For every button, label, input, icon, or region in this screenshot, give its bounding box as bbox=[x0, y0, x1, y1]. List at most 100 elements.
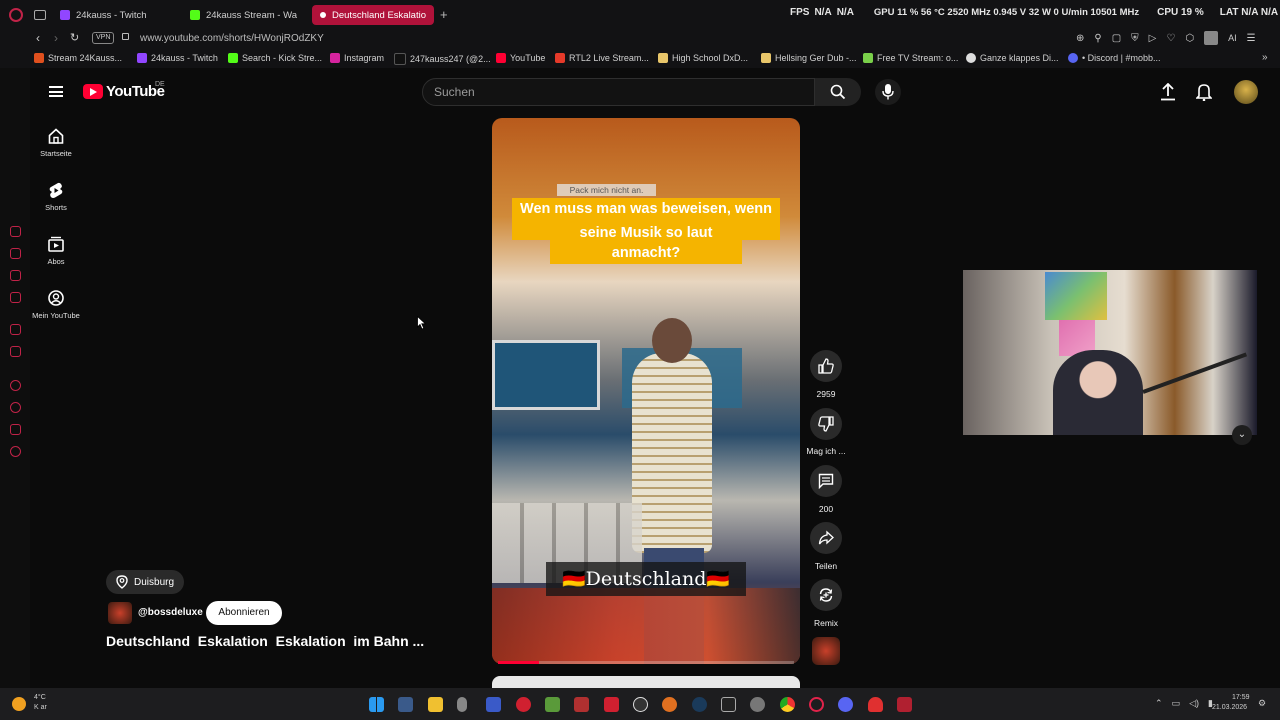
bookmark-item[interactable]: 24kauss - Twitch bbox=[137, 53, 218, 63]
bookmarks-more-icon[interactable]: » bbox=[1262, 52, 1268, 63]
sidebar-app-icon[interactable] bbox=[10, 346, 21, 357]
tab-twitch[interactable]: 24kauss - Twitch bbox=[52, 5, 182, 25]
search-button[interactable] bbox=[815, 78, 861, 106]
app-epic-icon[interactable] bbox=[721, 697, 736, 712]
sidebar-app-icon[interactable] bbox=[10, 248, 21, 259]
nav-item-subscriptions[interactable]: Abos bbox=[26, 233, 86, 273]
app-obs-icon[interactable] bbox=[633, 697, 648, 712]
channel-name[interactable]: @bossdeluxe bbox=[138, 607, 203, 618]
url-field[interactable]: www.youtube.com/shorts/HWonjROdZKY bbox=[140, 33, 324, 44]
app-minecraft-icon[interactable] bbox=[545, 697, 560, 712]
upload-icon[interactable] bbox=[1160, 83, 1176, 101]
app-v-icon[interactable] bbox=[486, 697, 501, 712]
search-input[interactable] bbox=[422, 78, 815, 106]
back-icon[interactable]: ‹ bbox=[36, 31, 40, 45]
nav-item-my-youtube[interactable]: Mein YouTube bbox=[26, 287, 86, 327]
location-chip[interactable]: Duisburg bbox=[106, 570, 185, 594]
bookmark-item[interactable]: Instagram bbox=[330, 53, 384, 63]
sidebar-app-icon[interactable] bbox=[10, 424, 21, 435]
discord-icon[interactable] bbox=[838, 697, 853, 712]
sidebar-app-icon[interactable] bbox=[10, 270, 21, 281]
video-caption-line-2: seine Musik so laut anmacht? bbox=[550, 222, 742, 264]
windows-start-icon[interactable] bbox=[369, 697, 384, 712]
bookmark-item[interactable]: Hellsing Ger Dub -... bbox=[761, 53, 857, 63]
heart-icon[interactable]: ♡ bbox=[1166, 33, 1175, 44]
sidebar-app-icon[interactable] bbox=[10, 226, 21, 237]
bookmark-item[interactable]: Free TV Stream: o... bbox=[863, 53, 958, 63]
app-red-logo-icon[interactable] bbox=[897, 697, 912, 712]
bookmark-item[interactable]: High School DxD... bbox=[658, 53, 748, 63]
scroll-down-button[interactable]: ⌄ bbox=[1232, 425, 1252, 445]
calculator-icon[interactable] bbox=[398, 697, 413, 712]
sound-thumbnail[interactable] bbox=[812, 637, 840, 665]
tab-overview-icon[interactable] bbox=[34, 10, 46, 20]
bookmark-item[interactable]: YouTube bbox=[496, 53, 545, 63]
bookmark-item[interactable]: 247kauss247 (@2... bbox=[394, 53, 491, 65]
reload-icon[interactable]: ↻ bbox=[70, 31, 79, 44]
comments-button[interactable] bbox=[810, 465, 842, 497]
bookmark-item[interactable]: Stream 24Kauss... bbox=[34, 53, 122, 63]
sidebar-app-icon[interactable] bbox=[10, 380, 21, 391]
player-icon[interactable]: ▷ bbox=[1149, 33, 1157, 44]
network-icon[interactable]: ▭ bbox=[1172, 698, 1181, 709]
sidebar-app-icon[interactable] bbox=[10, 402, 21, 413]
notifications-icon[interactable] bbox=[1196, 83, 1212, 101]
aria-ai-icon[interactable]: AI bbox=[1228, 33, 1237, 43]
file-explorer-icon[interactable] bbox=[428, 697, 443, 712]
subscribe-button[interactable]: Abonnieren bbox=[206, 601, 282, 625]
app-star-icon[interactable] bbox=[750, 697, 765, 712]
app-logo-icon[interactable] bbox=[574, 697, 589, 712]
app-orange-icon[interactable] bbox=[662, 697, 677, 712]
video-title[interactable]: Deutschland Eskalation Eskalation im Bah… bbox=[106, 633, 424, 649]
opera-menu-icon[interactable] bbox=[9, 8, 23, 22]
shield-icon[interactable]: ⛨ bbox=[1131, 33, 1139, 44]
sidebar-app-icon[interactable] bbox=[10, 292, 21, 303]
app-red-icon[interactable] bbox=[516, 697, 531, 712]
extensions-icon[interactable]: ⬡ bbox=[1185, 33, 1194, 44]
account-avatar[interactable] bbox=[1234, 80, 1258, 104]
channel-avatar[interactable] bbox=[108, 602, 132, 624]
notification-center-icon[interactable]: ⚙ bbox=[1258, 698, 1266, 709]
bookmark-item[interactable]: Search - Kick Stre... bbox=[228, 53, 322, 63]
menu-icon[interactable]: ☰ bbox=[1247, 33, 1256, 44]
chrome-icon[interactable] bbox=[780, 697, 795, 712]
bookmark-item[interactable]: RTL2 Live Stream... bbox=[555, 53, 649, 63]
snapshot-icon[interactable]: ▢ bbox=[1112, 33, 1121, 44]
settings-icon[interactable] bbox=[10, 446, 21, 457]
tab-kick-stream[interactable]: 24kauss Stream - Wa bbox=[182, 5, 310, 25]
dislike-button[interactable] bbox=[810, 408, 842, 440]
share-button[interactable] bbox=[810, 522, 842, 554]
video-progress-track[interactable] bbox=[498, 661, 794, 664]
nav-item-home[interactable]: Startseite bbox=[26, 125, 86, 165]
zoom-icon[interactable]: ⊕ bbox=[1076, 33, 1084, 44]
folder-icon bbox=[658, 53, 668, 63]
weather-icon[interactable] bbox=[12, 697, 26, 711]
tab-youtube-active[interactable]: Deutschland Eskalatio bbox=[312, 5, 434, 25]
next-video-preview[interactable] bbox=[492, 676, 800, 688]
like-button[interactable] bbox=[810, 350, 842, 382]
youtube-logo-icon[interactable] bbox=[83, 84, 103, 99]
tray-overflow-icon[interactable]: ⌃ bbox=[1155, 698, 1163, 709]
vpn-badge[interactable]: VPN bbox=[92, 32, 115, 44]
volume-icon[interactable]: ◁) bbox=[1189, 698, 1199, 709]
app-red-square-icon[interactable] bbox=[604, 697, 619, 712]
mouse-app-icon[interactable] bbox=[457, 697, 467, 712]
discord-icon bbox=[1068, 53, 1078, 63]
remix-button[interactable] bbox=[810, 579, 842, 611]
sidebar-app-icon[interactable] bbox=[10, 324, 21, 335]
nav-item-shorts[interactable]: Shorts bbox=[26, 179, 86, 219]
shorts-video-player[interactable]: Pack mich nicht an. Wen muss man was bew… bbox=[492, 118, 800, 664]
hamburger-menu-icon[interactable] bbox=[49, 86, 63, 97]
app-red-flame-icon[interactable] bbox=[868, 697, 883, 712]
forward-icon[interactable]: › bbox=[54, 31, 58, 45]
bookmark-item[interactable]: • Discord | #mobb... bbox=[1068, 53, 1161, 63]
pin-icon[interactable]: ⚲ bbox=[1094, 33, 1101, 44]
taskbar-time[interactable]: 17:59 bbox=[1232, 694, 1250, 701]
steam-icon[interactable] bbox=[692, 697, 707, 712]
voice-search-button[interactable] bbox=[875, 79, 901, 105]
new-tab-button[interactable]: + bbox=[440, 7, 448, 22]
profile-avatar[interactable] bbox=[1204, 31, 1219, 45]
bookmark-item[interactable]: Ganze klappes Di... bbox=[966, 53, 1059, 63]
opera-icon[interactable] bbox=[809, 697, 824, 712]
taskbar-date[interactable]: 21.03.2026 bbox=[1212, 704, 1247, 711]
